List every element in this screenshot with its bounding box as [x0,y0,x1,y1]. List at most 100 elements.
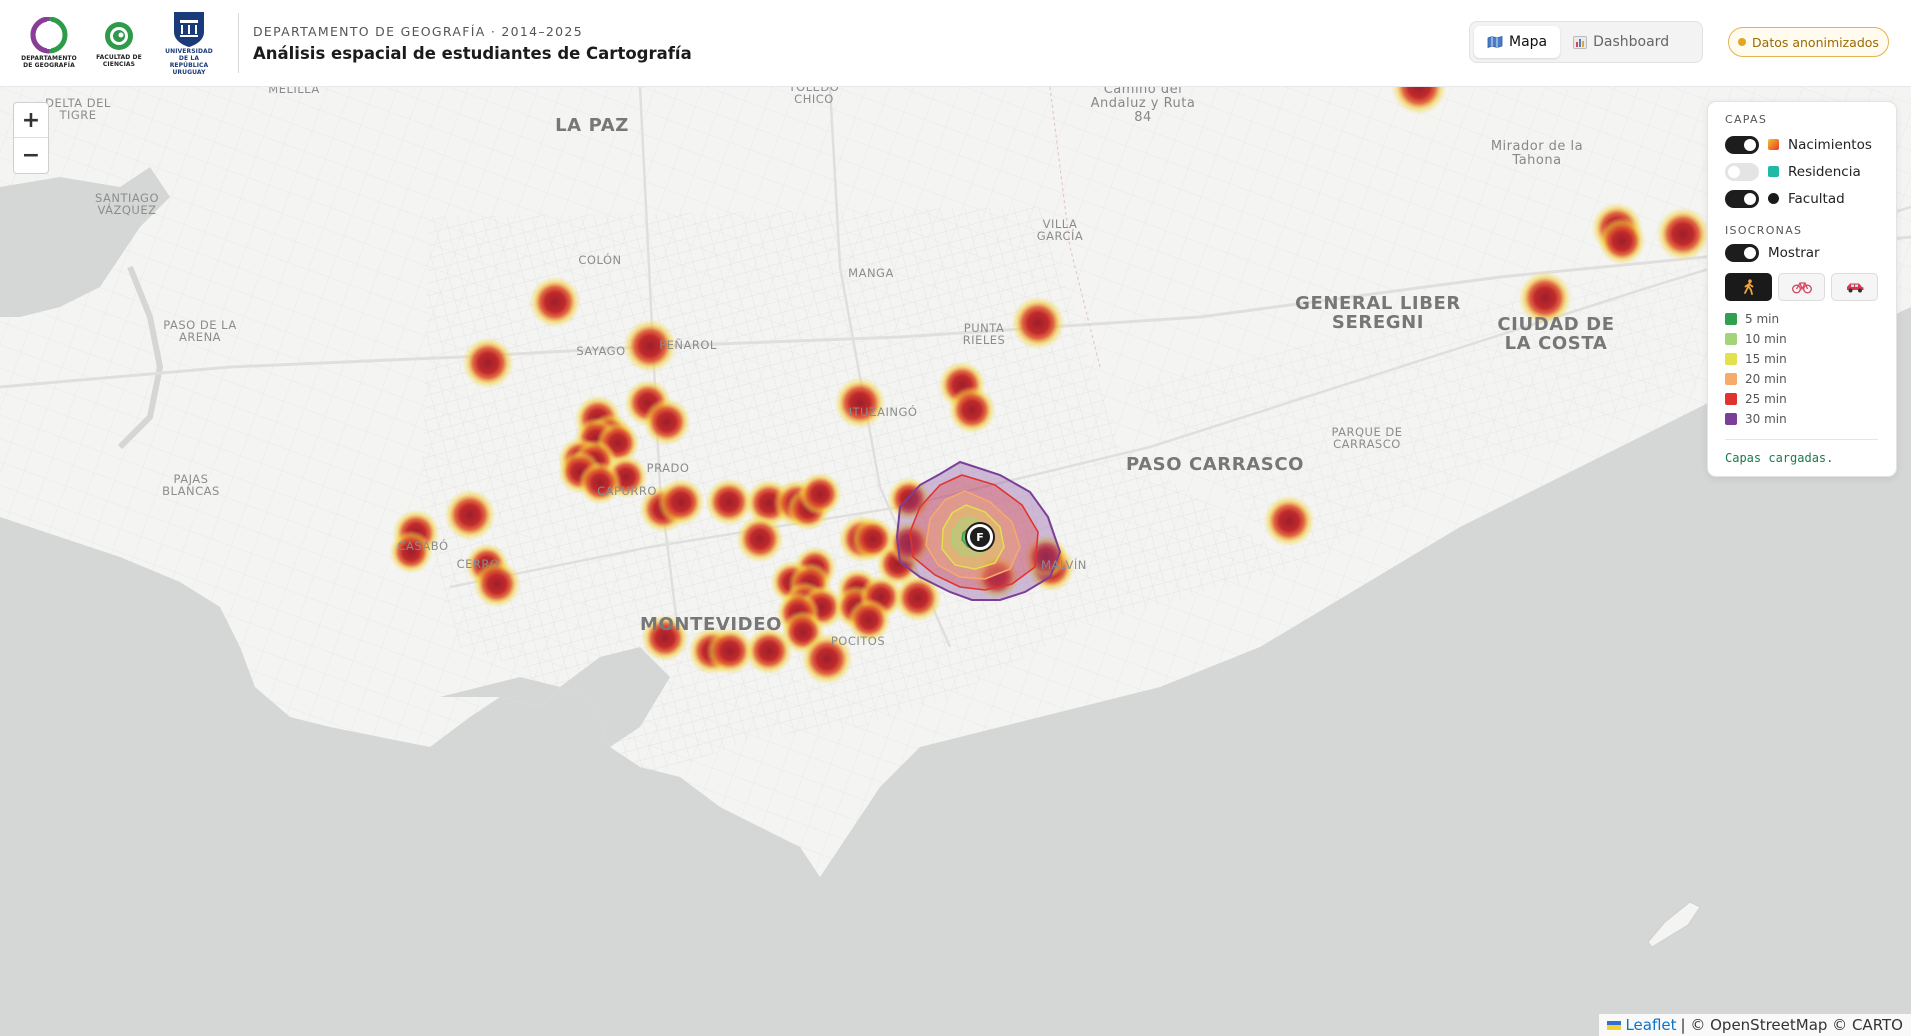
layer-toggle[interactable] [1725,162,1759,181]
ukraine-flag-icon [1607,1020,1622,1030]
place-label: Malvín [1041,558,1087,572]
place-label: Ituzaingó [848,405,918,419]
place-label: Peñarol [659,338,717,352]
legend-label: 5 min [1745,312,1780,326]
layer-nacimientos[interactable]: Nacimientos [1725,131,1878,158]
university-shield-icon [174,12,204,47]
legend-row: 25 min [1725,389,1878,409]
zoom-in-button[interactable]: + [14,103,48,138]
place-label: Cerro [456,557,500,571]
legend-label: 10 min [1745,332,1787,346]
place-label: Prado [646,461,690,475]
place-label: Parque de Carrasco [1331,425,1403,451]
logo-caption: DEPARTAMENTO DE GEOGRAFÍA [21,55,77,69]
legend-row: 30 min [1725,409,1878,429]
place-label: Delta del Tigre [45,96,111,122]
layer-label: Facultad [1788,190,1845,207]
place-label: Manga [848,266,894,280]
basemap [0,87,1911,1036]
leaflet-link[interactable]: Leaflet [1625,1016,1676,1034]
place-label: Casabó [397,539,449,553]
bicycle-icon [1791,282,1812,294]
tab-label: Dashboard [1593,34,1670,50]
app-header: DEPARTAMENTO DE GEOGRAFÍA FACULTAD DE CI… [0,0,1911,87]
legend-swatch [1725,313,1737,325]
zoom-control: + − [13,102,49,174]
logo-caption: UNIVERSIDAD DE LA REPÚBLICA URUGUAY [165,48,213,76]
layer-toggle[interactable] [1725,189,1759,208]
isochrones-toggle[interactable] [1725,243,1759,262]
logo-group: DEPARTAMENTO DE GEOGRAFÍA FACULTAD DE CI… [21,10,216,76]
mode-car-button[interactable] [1831,273,1878,301]
legend-row: 10 min [1725,329,1878,349]
walking-icon [1743,279,1753,295]
isochrone-legend: 5 min 10 min 15 min 20 min 25 min 30 min [1725,309,1878,429]
layer-toggle[interactable] [1725,135,1759,154]
legend-swatch [1725,373,1737,385]
place-label: Paso Carrasco [1125,454,1305,475]
layer-label: Nacimientos [1788,136,1872,153]
tab-mapa[interactable]: Mapa [1474,26,1561,58]
legend-row: 20 min [1725,369,1878,389]
place-label: Santiago Vázquez [94,191,160,217]
logo-facultad-ciencias: FACULTAD DE CIENCIAS [92,18,146,68]
place-label: Capurro [597,484,657,498]
place-label: Melilla [268,87,320,96]
badge-label: Datos anonimizados [1752,34,1879,50]
place-label: La Paz [555,115,629,136]
place-label: General Liber Seregni [1295,293,1461,333]
layer-label: Residencia [1788,163,1861,180]
place-label: Pajas Blancas [162,472,220,498]
zoom-out-button[interactable]: − [14,138,48,173]
isochrones-section-title: Isocronas [1725,224,1803,237]
car-icon [1846,283,1863,292]
layer-swatch [1768,193,1779,204]
map-attribution: Leaflet | © OpenStreetMap © CARTO [1599,1014,1911,1036]
header-divider [238,13,239,73]
place-label: Ciudad de la Costa [1497,314,1615,354]
legend-swatch [1725,393,1737,405]
mode-bike-button[interactable] [1778,273,1825,301]
isochrones-toggle-label: Mostrar [1768,244,1820,261]
layer-facultad[interactable]: Facultad [1725,185,1878,212]
header-text: Departamento de Geografía · 2014–2025 An… [253,24,692,63]
tab-label: Mapa [1509,34,1548,50]
faculty-marker[interactable]: F [967,524,993,550]
layer-residencia[interactable]: Residencia [1725,158,1878,185]
geografia-logo-icon [30,17,68,54]
header-kicker: Departamento de Geografía · 2014–2025 [253,23,583,39]
place-label: Montevideo [639,614,783,635]
layer-swatch [1768,166,1779,177]
bar-chart-icon [1573,35,1588,49]
place-label: Paso de la Arena [163,318,237,344]
map-icon [1487,36,1503,48]
status-text: Capas cargadas. [1725,451,1834,465]
place-label: Toledo Chico [788,87,840,106]
tab-dashboard[interactable]: Dashboard [1560,26,1682,58]
isochrones-toggle-row[interactable]: Mostrar [1725,239,1878,266]
layer-swatch [1768,139,1779,150]
place-label: Villa García [1036,217,1084,243]
mode-walk-button[interactable] [1725,273,1772,301]
nautilus-icon [105,22,133,50]
logo-caption: FACULTAD DE CIENCIAS [96,54,142,68]
panel-divider [1725,439,1878,440]
status-dot-icon [1738,38,1747,46]
place-label: Camino del Andaluz y Ruta 84 [1090,87,1196,125]
place-label: Mirador de la Tahona [1490,139,1584,168]
map-canvas[interactable]: La Paz Melilla Toledo Chico Camino del A… [0,87,1911,1036]
attribution-text: | © OpenStreetMap © CARTO [1680,1016,1903,1034]
legend-label: 30 min [1745,412,1787,426]
legend-row: 15 min [1725,349,1878,369]
layers-section-title: Capas [1725,113,1768,126]
legend-swatch [1725,413,1737,425]
place-label: Punta Rieles [962,321,1006,347]
anonymized-badge: Datos anonimizados [1728,27,1889,57]
legend-label: 20 min [1745,372,1787,386]
place-label: Colón [578,253,622,267]
legend-label: 15 min [1745,352,1787,366]
page-title: Análisis espacial de estudiantes de Cart… [253,43,692,63]
place-label: Pocitos [830,634,886,648]
legend-row: 5 min [1725,309,1878,329]
view-switcher: Mapa Dashboard [1469,21,1703,63]
